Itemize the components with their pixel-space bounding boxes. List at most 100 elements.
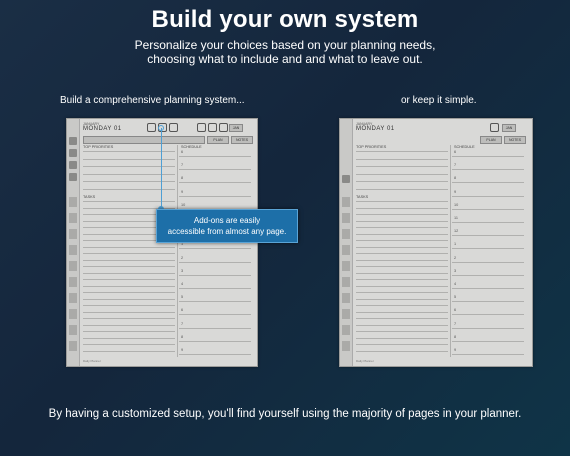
task-line[interactable] [356, 279, 448, 280]
task-line[interactable] [83, 266, 175, 267]
task-line[interactable] [83, 272, 175, 274]
task-line[interactable] [356, 166, 448, 167]
top-priorities-heading: TOP PRIORITIES [356, 145, 387, 149]
task-line[interactable] [356, 318, 448, 319]
task-line[interactable] [83, 344, 175, 345]
calendar-icon[interactable] [219, 123, 228, 132]
task-line[interactable] [83, 292, 175, 293]
sidebar-tab-3[interactable] [69, 229, 77, 239]
sidebar-tab-2[interactable] [69, 213, 77, 223]
jan-button[interactable]: JAN [502, 124, 516, 132]
grid-icon[interactable] [197, 123, 206, 132]
sidebar-tab-1[interactable] [69, 197, 77, 207]
task-line[interactable] [83, 285, 175, 287]
sidebar-tab-1[interactable] [342, 197, 350, 207]
task-line[interactable] [356, 292, 448, 293]
task-line[interactable] [356, 350, 448, 352]
planner-footer: Daily Planner [83, 359, 101, 363]
plan-button[interactable]: PLAN [480, 136, 502, 144]
notes-button[interactable]: NOTES [231, 136, 253, 144]
task-line[interactable] [356, 151, 448, 152]
task-line[interactable] [356, 259, 448, 261]
task-line[interactable] [83, 337, 175, 339]
task-line[interactable] [83, 246, 175, 248]
task-line[interactable] [356, 344, 448, 345]
sidebar-tab-6[interactable] [69, 277, 77, 287]
task-line[interactable] [356, 272, 448, 274]
checklist-icon[interactable] [69, 161, 77, 169]
schedule-heading: SCHEDULE [181, 145, 202, 149]
sidebar-tab-9[interactable] [69, 325, 77, 335]
sidebar-tab-6[interactable] [342, 277, 350, 287]
task-line[interactable] [356, 188, 448, 190]
sidebar-tab-10[interactable] [69, 341, 77, 351]
plan-button[interactable]: PLAN [207, 136, 229, 144]
task-line[interactable] [356, 246, 448, 248]
task-line[interactable] [356, 285, 448, 287]
schedule-line [452, 340, 524, 342]
edit-icon[interactable] [208, 123, 217, 132]
sidebar-tab-5[interactable] [342, 261, 350, 271]
notes-icon[interactable] [69, 173, 77, 181]
hour-label: 8 [454, 334, 457, 339]
task-line[interactable] [83, 305, 175, 306]
task-line[interactable] [356, 337, 448, 339]
sidebar-tab-8[interactable] [69, 309, 77, 319]
task-line[interactable] [356, 331, 448, 332]
task-line[interactable] [83, 311, 175, 313]
task-line[interactable] [356, 207, 448, 209]
search-icon[interactable] [147, 123, 156, 132]
task-line[interactable] [356, 158, 448, 160]
task-line[interactable] [356, 324, 448, 326]
sidebar-tab-4[interactable] [342, 245, 350, 255]
calendar-icon[interactable] [69, 149, 77, 157]
task-line[interactable] [356, 266, 448, 267]
schedule-line [179, 274, 251, 276]
task-line[interactable] [83, 318, 175, 319]
week-strip[interactable] [83, 136, 205, 144]
subtitle-line-1: Personalize your choices based on your p… [134, 38, 436, 52]
sidebar-tab-9[interactable] [342, 325, 350, 335]
sidebar-tab-7[interactable] [69, 293, 77, 303]
sidebar-tab-4[interactable] [69, 245, 77, 255]
task-line[interactable] [356, 214, 448, 215]
hour-label: 9 [181, 348, 184, 352]
task-line[interactable] [356, 253, 448, 254]
sidebar-tab-7[interactable] [342, 293, 350, 303]
task-line[interactable] [83, 331, 175, 332]
task-line[interactable] [83, 279, 175, 280]
jan-button[interactable]: JAN [229, 124, 243, 132]
task-line[interactable] [356, 201, 448, 202]
sidebar-tab-10[interactable] [342, 341, 350, 351]
task-line[interactable] [356, 173, 448, 175]
sidebar-tab-5[interactable] [69, 261, 77, 271]
task-line[interactable] [83, 298, 175, 300]
task-line[interactable] [83, 324, 175, 326]
task-line[interactable] [356, 181, 448, 182]
task-line[interactable] [83, 259, 175, 261]
task-line[interactable] [356, 233, 448, 235]
day-label: MONDAY 01 [356, 126, 395, 132]
task-line[interactable] [356, 311, 448, 313]
home-icon[interactable] [69, 137, 77, 145]
link-icon[interactable] [169, 123, 178, 132]
task-line[interactable] [83, 253, 175, 254]
task-line[interactable] [356, 298, 448, 300]
schedule-line [452, 182, 524, 184]
task-line[interactable] [356, 220, 448, 222]
caption-right: or keep it simple. [401, 95, 477, 106]
task-line[interactable] [356, 305, 448, 306]
calendar-icon[interactable] [490, 123, 499, 132]
schedule-line [179, 182, 251, 184]
notes-button[interactable]: NOTES [504, 136, 526, 144]
sidebar-tab-8[interactable] [342, 309, 350, 319]
sidebar-tab-2[interactable] [342, 213, 350, 223]
task-line[interactable] [356, 240, 448, 241]
home-icon[interactable] [342, 175, 350, 183]
task-line[interactable] [356, 227, 448, 228]
hour-label: 6 [181, 308, 184, 313]
planner-page-simple: JANUARY MONDAY 01 JAN PLAN NOTES TOP PRI… [339, 118, 533, 367]
sidebar-tab-3[interactable] [342, 229, 350, 239]
schedule-line [452, 195, 524, 197]
task-line[interactable] [83, 350, 175, 352]
